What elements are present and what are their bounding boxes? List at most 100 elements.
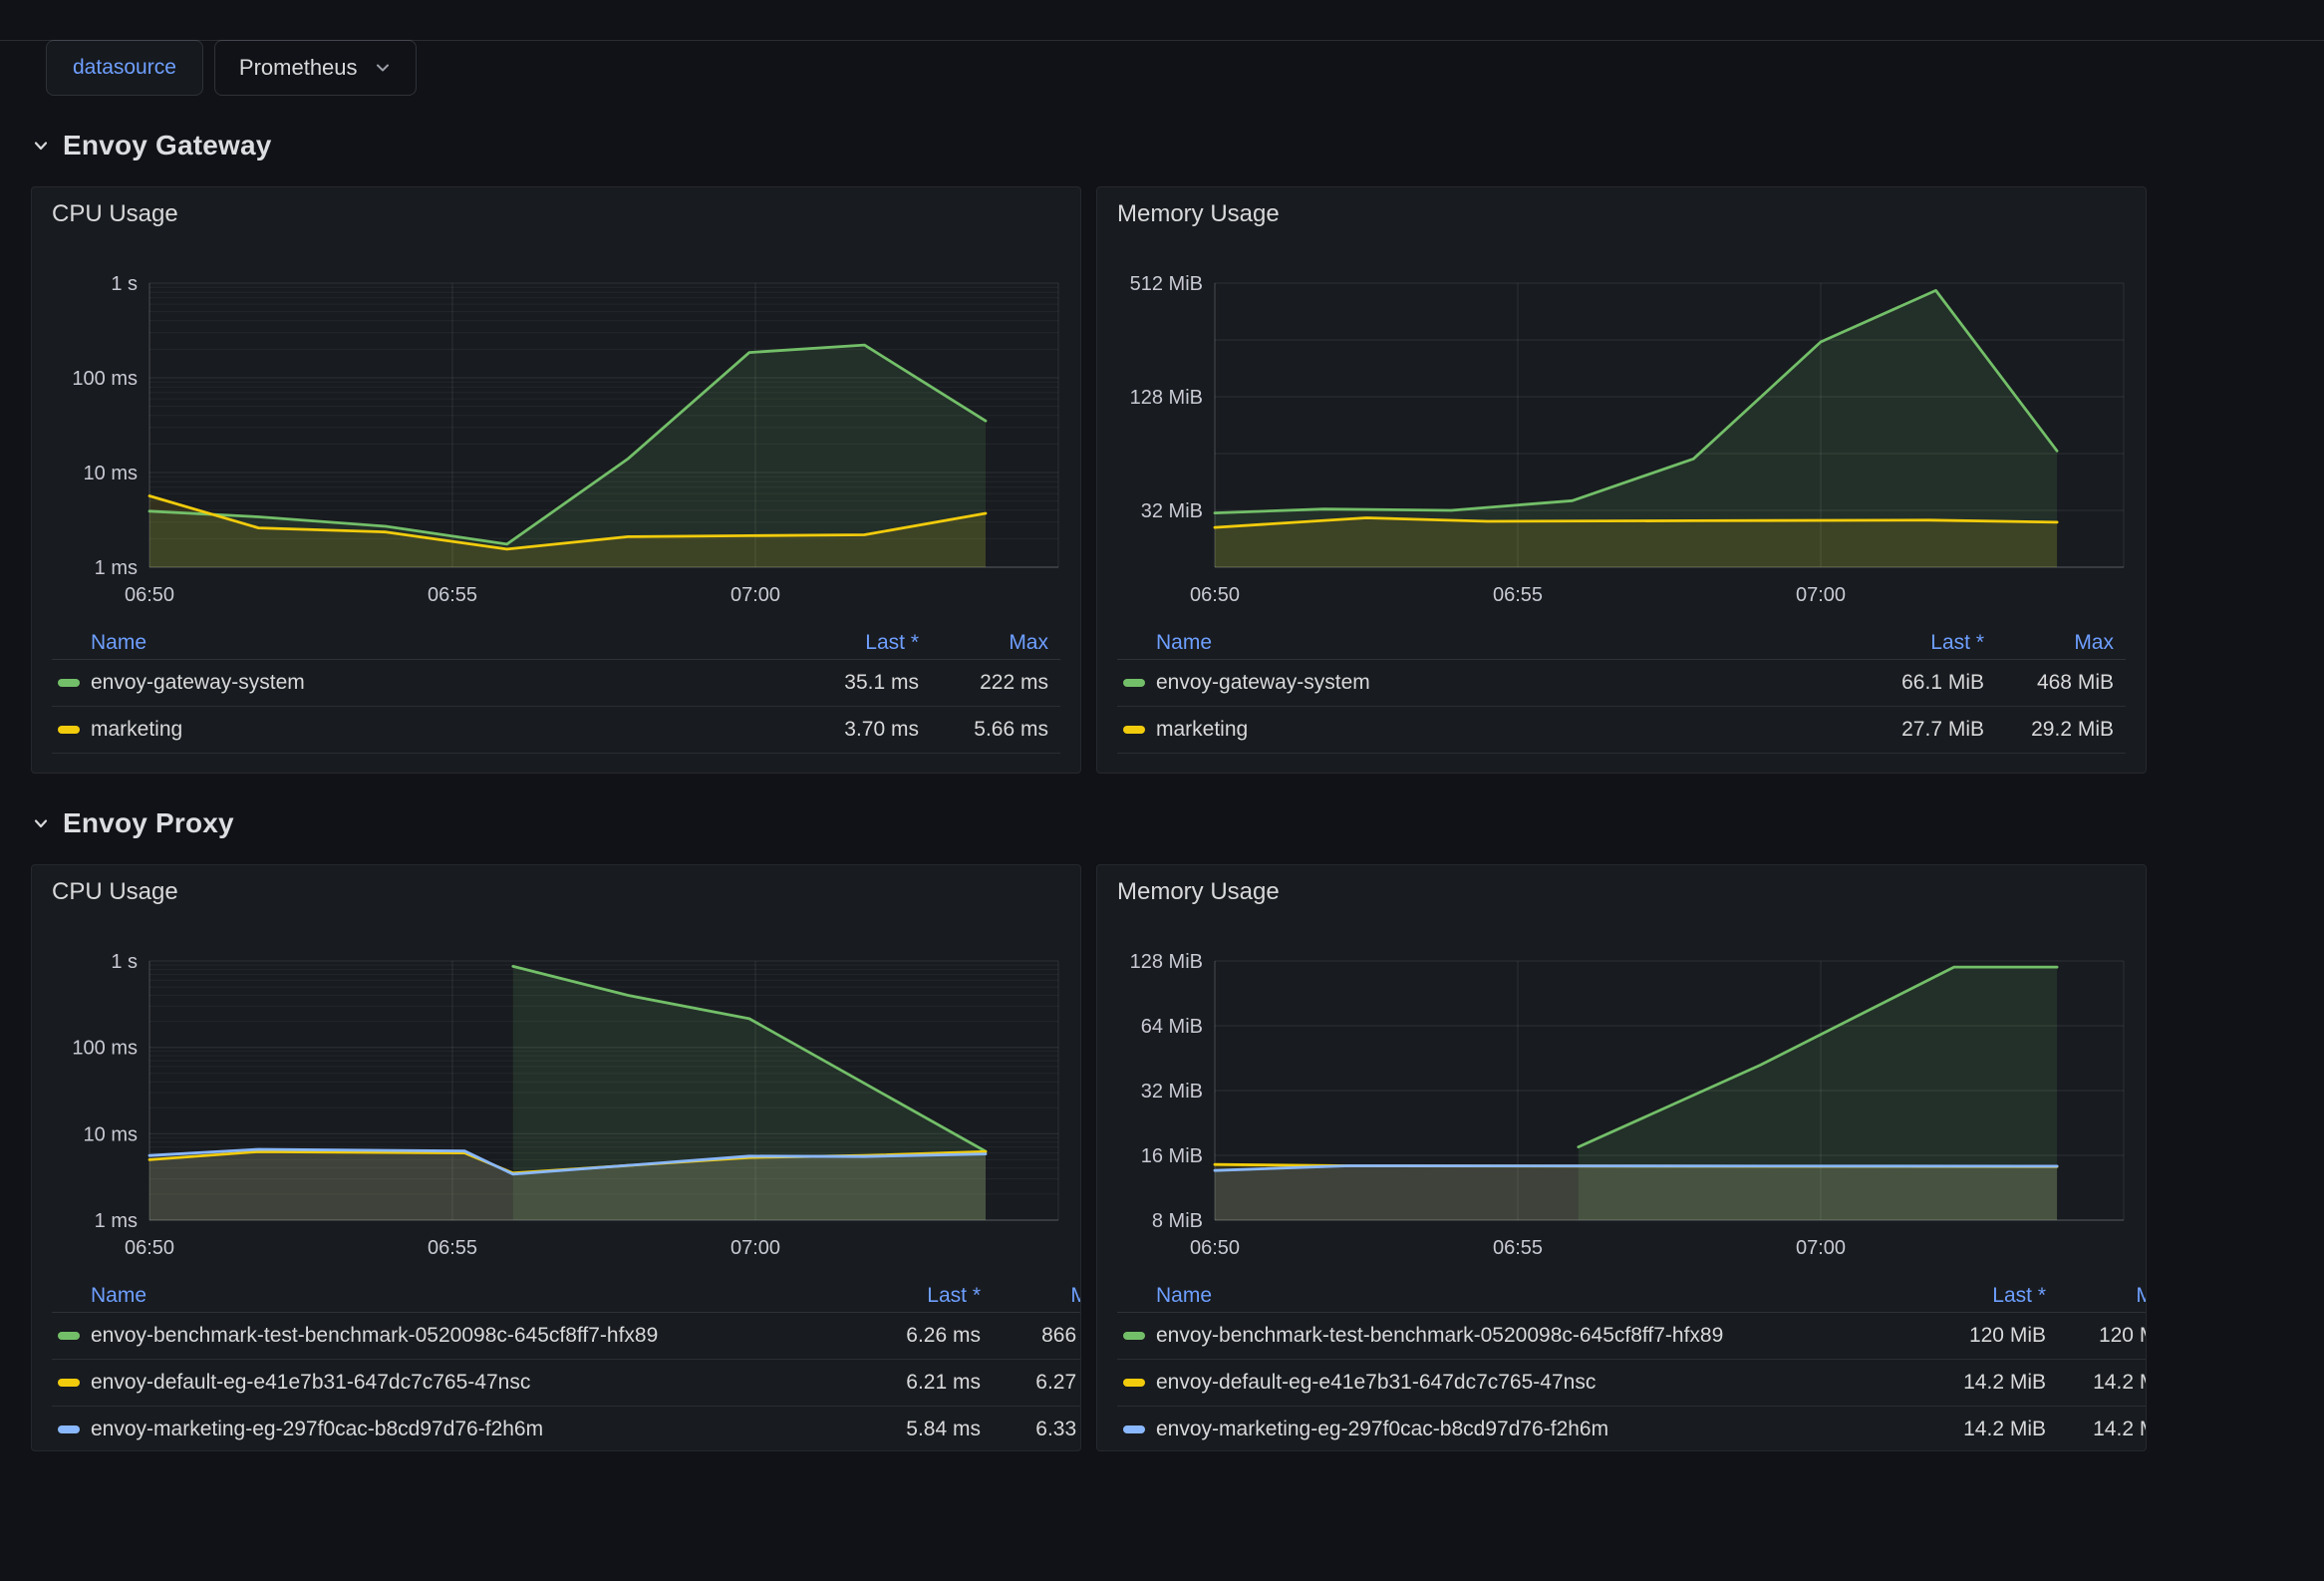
svg-text:128 MiB: 128 MiB	[1130, 387, 1203, 409]
legend-header-last[interactable]: Last *	[1877, 1284, 2046, 1308]
legend-header-max[interactable]: Max	[2046, 1284, 2147, 1308]
legend-table: NameLast *Maxenvoy-benchmark-test-benchm…	[52, 1283, 1060, 1451]
series-name[interactable]: marketing	[91, 718, 749, 742]
series-max-value: 222 ms	[919, 671, 1048, 695]
svg-text:100 ms: 100 ms	[72, 368, 138, 390]
row-toggle-envoy-gateway[interactable]: Envoy Gateway	[31, 130, 272, 161]
panel-gateway-memory-usage: Memory Usage 512 MiB128 MiB32 MiB06:5006…	[1096, 186, 2147, 774]
svg-text:16 MiB: 16 MiB	[1141, 1145, 1203, 1167]
legend-table: NameLast *Maxenvoy-benchmark-test-benchm…	[1117, 1283, 2126, 1451]
svg-text:1 ms: 1 ms	[95, 557, 138, 579]
legend-row[interactable]: envoy-benchmark-test-benchmark-0520098c-…	[52, 1313, 1081, 1360]
time-series-chart[interactable]: 1 s100 ms10 ms1 ms06:5006:5507:00	[52, 951, 1060, 1265]
svg-text:06:55: 06:55	[428, 584, 477, 606]
series-name[interactable]: envoy-default-eg-e41e7b31-647dc7c765-47n…	[1156, 1371, 1877, 1395]
series-max-value: 468 MiB	[1984, 671, 2114, 695]
legend-header-last[interactable]: Last *	[749, 631, 919, 655]
svg-text:8 MiB: 8 MiB	[1152, 1210, 1203, 1232]
legend-row[interactable]: envoy-gateway-system66.1 MiB468 MiB	[1117, 660, 2126, 707]
series-name[interactable]: envoy-marketing-eg-297f0cac-b8cd97d76-f2…	[1156, 1418, 1877, 1441]
series-max-value: 14.2 MiB	[2046, 1371, 2147, 1395]
time-series-chart[interactable]: 1 s100 ms10 ms1 ms06:5006:5507:00	[52, 273, 1060, 612]
series-last-value: 5.84 ms	[811, 1418, 981, 1441]
legend-row[interactable]: marketing3.70 ms5.66 ms	[52, 707, 1060, 754]
legend-row[interactable]: envoy-default-eg-e41e7b31-647dc7c765-47n…	[1117, 1360, 2147, 1407]
series-color-swatch	[1123, 679, 1145, 687]
series-color-swatch	[1123, 726, 1145, 734]
legend-header-last[interactable]: Last *	[1815, 631, 1984, 655]
series-max-value: 5.66 ms	[919, 718, 1048, 742]
svg-text:07:00: 07:00	[730, 584, 780, 606]
series-last-value: 6.21 ms	[811, 1371, 981, 1395]
series-color-swatch	[58, 1379, 80, 1387]
series-max-value: 6.27 ms	[981, 1371, 1081, 1395]
legend-header-name[interactable]: Name	[1156, 1284, 1877, 1308]
legend-header-name[interactable]: Name	[1156, 631, 1815, 655]
legend-row[interactable]: envoy-benchmark-test-benchmark-0520098c-…	[1117, 1313, 2147, 1360]
svg-text:07:00: 07:00	[1796, 1237, 1846, 1259]
chevron-down-icon	[31, 813, 51, 833]
svg-text:07:00: 07:00	[1796, 584, 1846, 606]
series-name[interactable]: marketing	[1156, 718, 1815, 742]
panel-title[interactable]: CPU Usage	[52, 877, 178, 907]
datasource-dropdown[interactable]: Prometheus	[214, 40, 417, 96]
series-name[interactable]: envoy-benchmark-test-benchmark-0520098c-…	[1156, 1324, 1877, 1348]
legend-header-name[interactable]: Name	[91, 1284, 811, 1308]
legend-header-name[interactable]: Name	[91, 631, 749, 655]
legend-header: NameLast *Max	[1117, 1283, 2147, 1313]
legend-row[interactable]: marketing27.7 MiB29.2 MiB	[1117, 707, 2126, 754]
legend-row[interactable]: envoy-gateway-system35.1 ms222 ms	[52, 660, 1060, 707]
row-toggle-envoy-proxy[interactable]: Envoy Proxy	[31, 807, 234, 839]
row-title: Envoy Proxy	[63, 807, 234, 839]
panel-title[interactable]: Memory Usage	[1117, 877, 1280, 907]
panel-gateway-cpu-usage: CPU Usage 1 s100 ms10 ms1 ms06:5006:5507…	[31, 186, 1081, 774]
svg-text:06:50: 06:50	[1190, 1237, 1240, 1259]
svg-text:06:55: 06:55	[1493, 584, 1543, 606]
panel-proxy-memory-usage: Memory Usage 128 MiB64 MiB32 MiB16 MiB8 …	[1096, 864, 2147, 1451]
svg-text:06:50: 06:50	[125, 584, 174, 606]
legend-row[interactable]: envoy-marketing-eg-297f0cac-b8cd97d76-f2…	[1117, 1407, 2147, 1451]
svg-text:512 MiB: 512 MiB	[1130, 273, 1203, 295]
svg-text:10 ms: 10 ms	[84, 1123, 138, 1145]
series-max-value: 6.33 ms	[981, 1418, 1081, 1441]
series-color-swatch	[1123, 1332, 1145, 1340]
svg-text:06:55: 06:55	[1493, 1237, 1543, 1259]
svg-text:06:55: 06:55	[428, 1237, 477, 1259]
series-color-swatch	[58, 726, 80, 734]
series-last-value: 3.70 ms	[749, 718, 919, 742]
panel-proxy-cpu-usage: CPU Usage 1 s100 ms10 ms1 ms06:5006:5507…	[31, 864, 1081, 1451]
series-last-value: 27.7 MiB	[1815, 718, 1984, 742]
panel-row: CPU Usage 1 s100 ms10 ms1 ms06:5006:5507…	[31, 186, 2147, 774]
panel-title[interactable]: Memory Usage	[1117, 199, 1280, 229]
series-last-value: 14.2 MiB	[1877, 1418, 2046, 1441]
series-max-value: 14.2 MiB	[2046, 1418, 2147, 1441]
legend-header-max[interactable]: Max	[919, 631, 1048, 655]
svg-text:100 ms: 100 ms	[72, 1038, 138, 1060]
series-max-value: 29.2 MiB	[1984, 718, 2114, 742]
legend-header-max[interactable]: Max	[981, 1284, 1081, 1308]
svg-text:1 s: 1 s	[111, 951, 138, 973]
svg-text:06:50: 06:50	[125, 1237, 174, 1259]
series-color-swatch	[1123, 1425, 1145, 1433]
series-name[interactable]: envoy-gateway-system	[1156, 671, 1815, 695]
legend-row[interactable]: envoy-default-eg-e41e7b31-647dc7c765-47n…	[52, 1360, 1081, 1407]
time-series-chart[interactable]: 512 MiB128 MiB32 MiB06:5006:5507:00	[1117, 273, 2126, 612]
legend-header-last[interactable]: Last *	[811, 1284, 981, 1308]
series-name[interactable]: envoy-marketing-eg-297f0cac-b8cd97d76-f2…	[91, 1418, 811, 1441]
series-color-swatch	[1123, 1379, 1145, 1387]
series-name[interactable]: envoy-gateway-system	[91, 671, 749, 695]
svg-text:10 ms: 10 ms	[84, 463, 138, 484]
panel-title[interactable]: CPU Usage	[52, 199, 178, 229]
series-color-swatch	[58, 1332, 80, 1340]
series-name[interactable]: envoy-benchmark-test-benchmark-0520098c-…	[91, 1324, 811, 1348]
legend-row[interactable]: envoy-marketing-eg-297f0cac-b8cd97d76-f2…	[52, 1407, 1081, 1451]
series-max-value: 866 ms	[981, 1324, 1081, 1348]
series-name[interactable]: envoy-default-eg-e41e7b31-647dc7c765-47n…	[91, 1371, 811, 1395]
variable-label: datasource	[46, 40, 203, 96]
chevron-down-icon	[374, 59, 392, 77]
time-series-chart[interactable]: 128 MiB64 MiB32 MiB16 MiB8 MiB06:5006:55…	[1117, 951, 2126, 1265]
svg-text:128 MiB: 128 MiB	[1130, 951, 1203, 973]
legend-header: NameLast *Max	[1117, 630, 2126, 660]
legend-header-max[interactable]: Max	[1984, 631, 2114, 655]
variable-label-text: datasource	[73, 56, 176, 80]
